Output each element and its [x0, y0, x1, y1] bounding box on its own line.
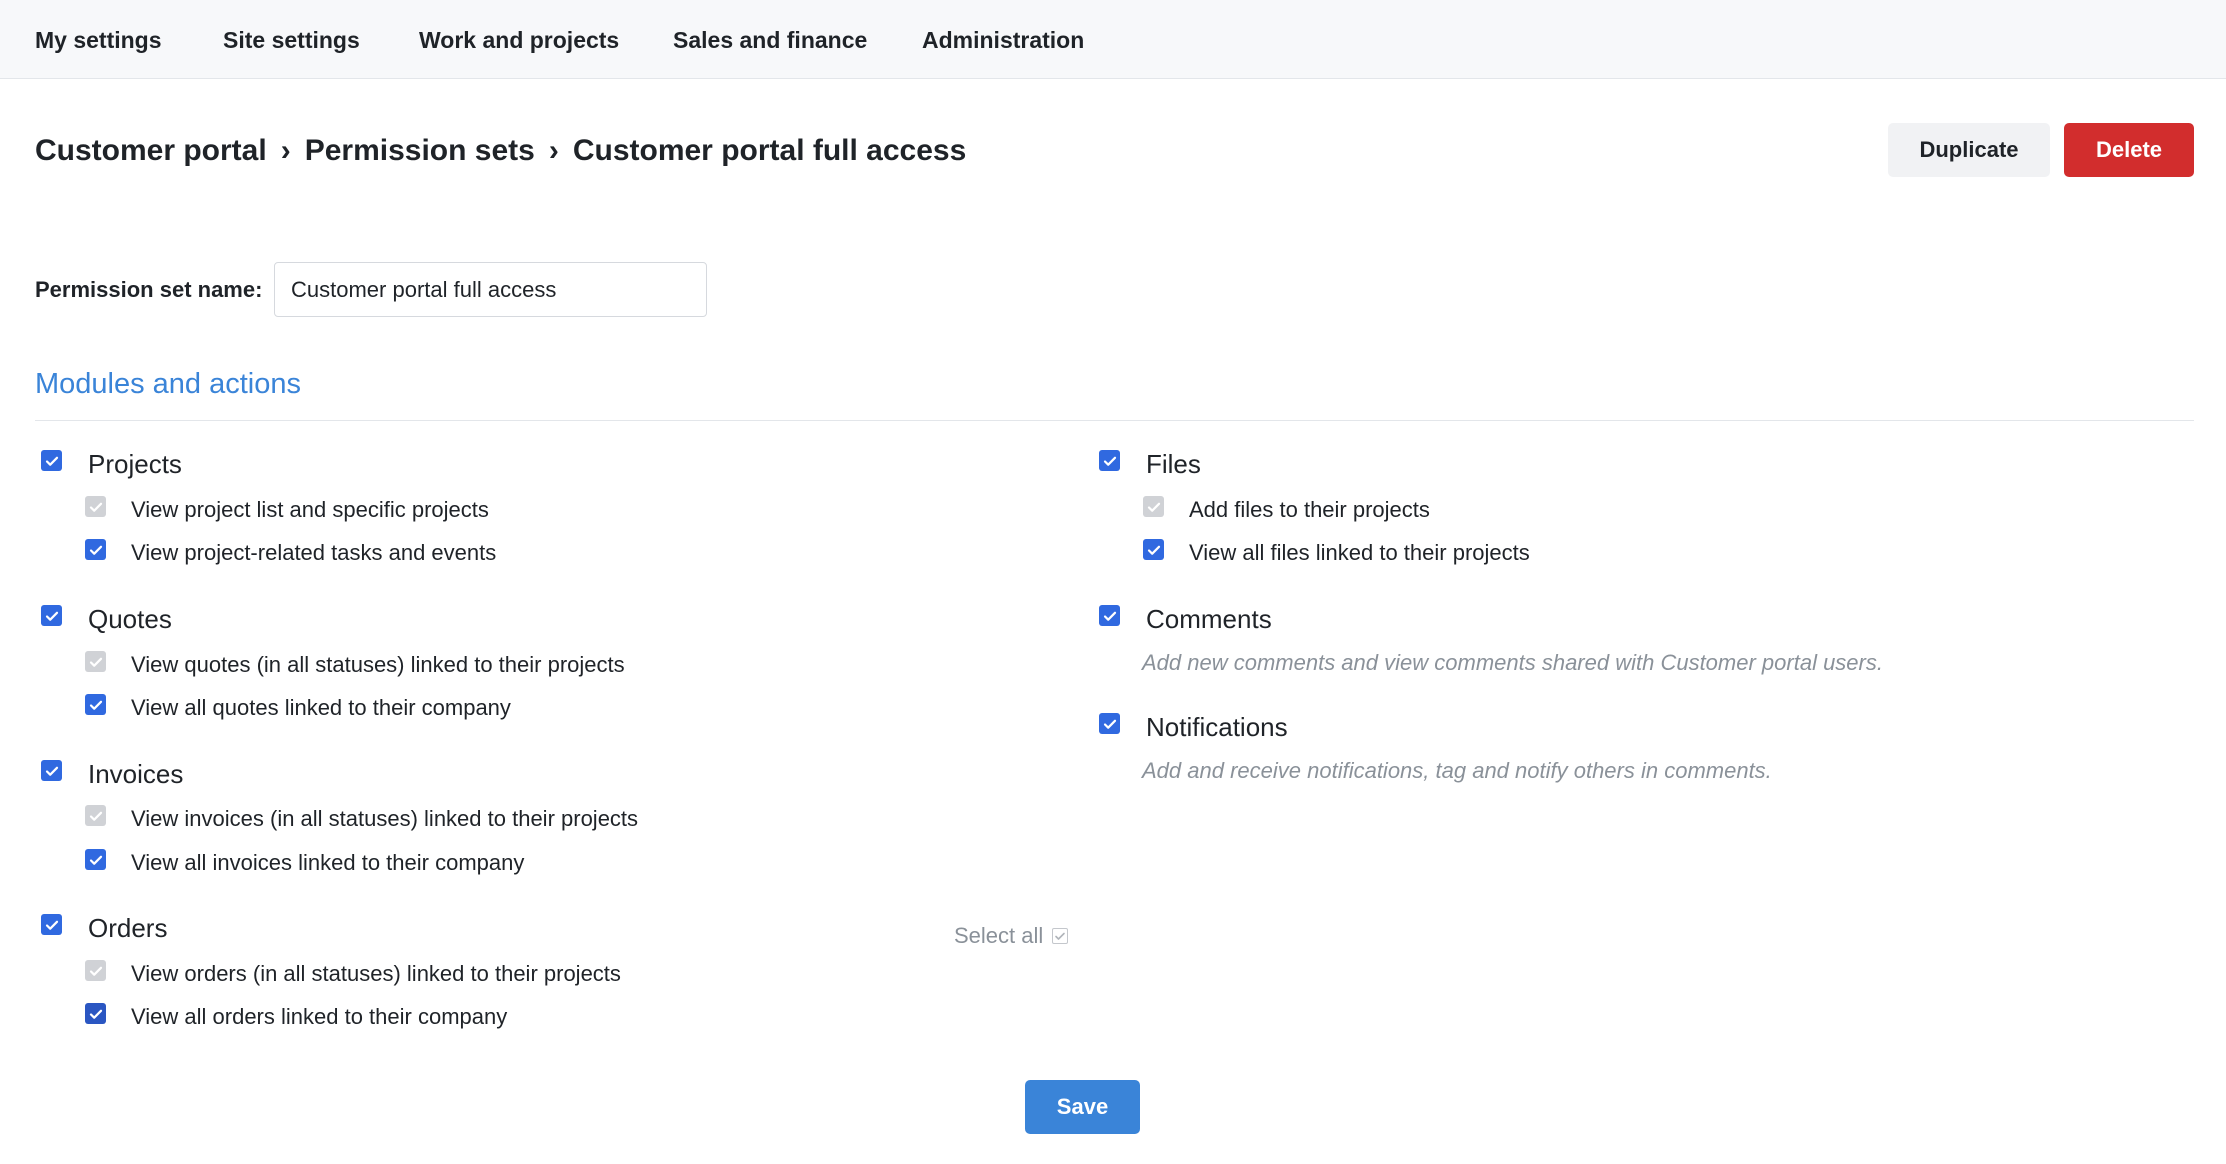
- save-button[interactable]: Save: [1025, 1080, 1140, 1134]
- action-label-view-project-tasks: View project-related tasks and events: [131, 540, 497, 565]
- checkbox-invoices[interactable]: [41, 760, 62, 781]
- check-icon: [89, 855, 102, 865]
- action-label-view-orders-all-statuses: View orders (in all statuses) linked to …: [131, 961, 621, 986]
- checkbox-view-project-tasks[interactable]: [85, 539, 106, 560]
- checkbox-projects[interactable]: [41, 450, 62, 471]
- section-title: Modules and actions: [35, 368, 301, 400]
- check-icon: [45, 920, 58, 930]
- checkbox-notifications[interactable]: [1099, 713, 1120, 734]
- nav-site-settings[interactable]: Site settings: [223, 0, 360, 79]
- checkbox-view-all-quotes[interactable]: [85, 694, 106, 715]
- action-label-view-quotes-all-statuses: View quotes (in all statuses) linked to …: [131, 652, 625, 677]
- check-icon: [1103, 456, 1116, 466]
- checkbox-view-all-orders[interactable]: [85, 1003, 106, 1024]
- action-label-view-project-list: View project list and specific projects: [131, 497, 489, 522]
- check-icon: [1055, 932, 1065, 940]
- checkbox-view-project-list: [85, 496, 106, 517]
- breadcrumb-customer-portal[interactable]: Customer portal: [35, 134, 267, 167]
- checkbox-view-quotes-all-statuses: [85, 651, 106, 672]
- check-icon: [89, 966, 102, 976]
- module-label-notifications: Notifications: [1146, 712, 1288, 742]
- module-label-quotes: Quotes: [88, 604, 172, 634]
- select-all-label[interactable]: Select all: [954, 921, 1043, 951]
- checkbox-quotes[interactable]: [41, 605, 62, 626]
- check-icon: [89, 502, 102, 512]
- action-label-view-all-files: View all files linked to their projects: [1189, 540, 1530, 565]
- checkbox-view-all-files[interactable]: [1143, 539, 1164, 560]
- delete-button[interactable]: Delete: [2064, 123, 2194, 177]
- permission-set-name-label: Permission set name:: [35, 277, 263, 302]
- action-label-view-all-quotes: View all quotes linked to their company: [131, 695, 511, 720]
- section-divider: [35, 420, 2194, 421]
- nav-sales-and-finance[interactable]: Sales and finance: [673, 0, 867, 79]
- check-icon: [45, 766, 58, 776]
- permission-set-name-input[interactable]: [274, 262, 707, 317]
- breadcrumb-separator: ›: [548, 134, 559, 167]
- check-icon: [1147, 545, 1160, 555]
- check-icon: [45, 611, 58, 621]
- module-label-orders: Orders: [88, 913, 168, 943]
- check-icon: [1147, 502, 1160, 512]
- checkbox-view-orders-all-statuses: [85, 960, 106, 981]
- nav-administration[interactable]: Administration: [922, 0, 1084, 79]
- duplicate-button[interactable]: Duplicate: [1888, 123, 2050, 177]
- check-icon: [89, 545, 102, 555]
- checkbox-files[interactable]: [1099, 450, 1120, 471]
- action-label-add-files: Add files to their projects: [1189, 497, 1430, 522]
- checkbox-add-files: [1143, 496, 1164, 517]
- module-label-invoices: Invoices: [88, 759, 184, 789]
- comments-description: Add new comments and view comments share…: [1142, 650, 1883, 675]
- top-navigation: My settings Site settings Work and proje…: [0, 0, 2226, 79]
- nav-work-and-projects[interactable]: Work and projects: [419, 0, 619, 79]
- checkbox-view-all-invoices[interactable]: [85, 849, 106, 870]
- check-icon: [89, 1009, 102, 1019]
- check-icon: [1103, 719, 1116, 729]
- checkbox-orders[interactable]: [41, 914, 62, 935]
- action-label-view-invoices-all-statuses: View invoices (in all statuses) linked t…: [131, 806, 639, 831]
- check-icon: [89, 700, 102, 710]
- module-label-comments: Comments: [1146, 604, 1272, 634]
- action-label-view-all-orders: View all orders linked to their company: [131, 1004, 508, 1029]
- check-icon: [1103, 611, 1116, 621]
- checkbox-view-invoices-all-statuses: [85, 805, 106, 826]
- breadcrumb-separator: ›: [280, 134, 291, 167]
- notifications-description: Add and receive notifications, tag and n…: [1142, 758, 1772, 783]
- module-label-projects: Projects: [88, 449, 182, 479]
- check-icon: [89, 657, 102, 667]
- action-label-view-all-invoices: View all invoices linked to their compan…: [131, 850, 525, 875]
- check-icon: [45, 456, 58, 466]
- select-all-checkbox[interactable]: [1052, 928, 1068, 944]
- check-icon: [89, 811, 102, 821]
- breadcrumb-permission-sets[interactable]: Permission sets: [305, 134, 535, 167]
- module-label-files: Files: [1146, 449, 1201, 479]
- nav-my-settings[interactable]: My settings: [35, 0, 162, 79]
- checkbox-comments[interactable]: [1099, 605, 1120, 626]
- page-title: Customer portal full access: [572, 134, 967, 167]
- breadcrumb: Customer portal › Permission sets › Customer…: [35, 127, 966, 175]
